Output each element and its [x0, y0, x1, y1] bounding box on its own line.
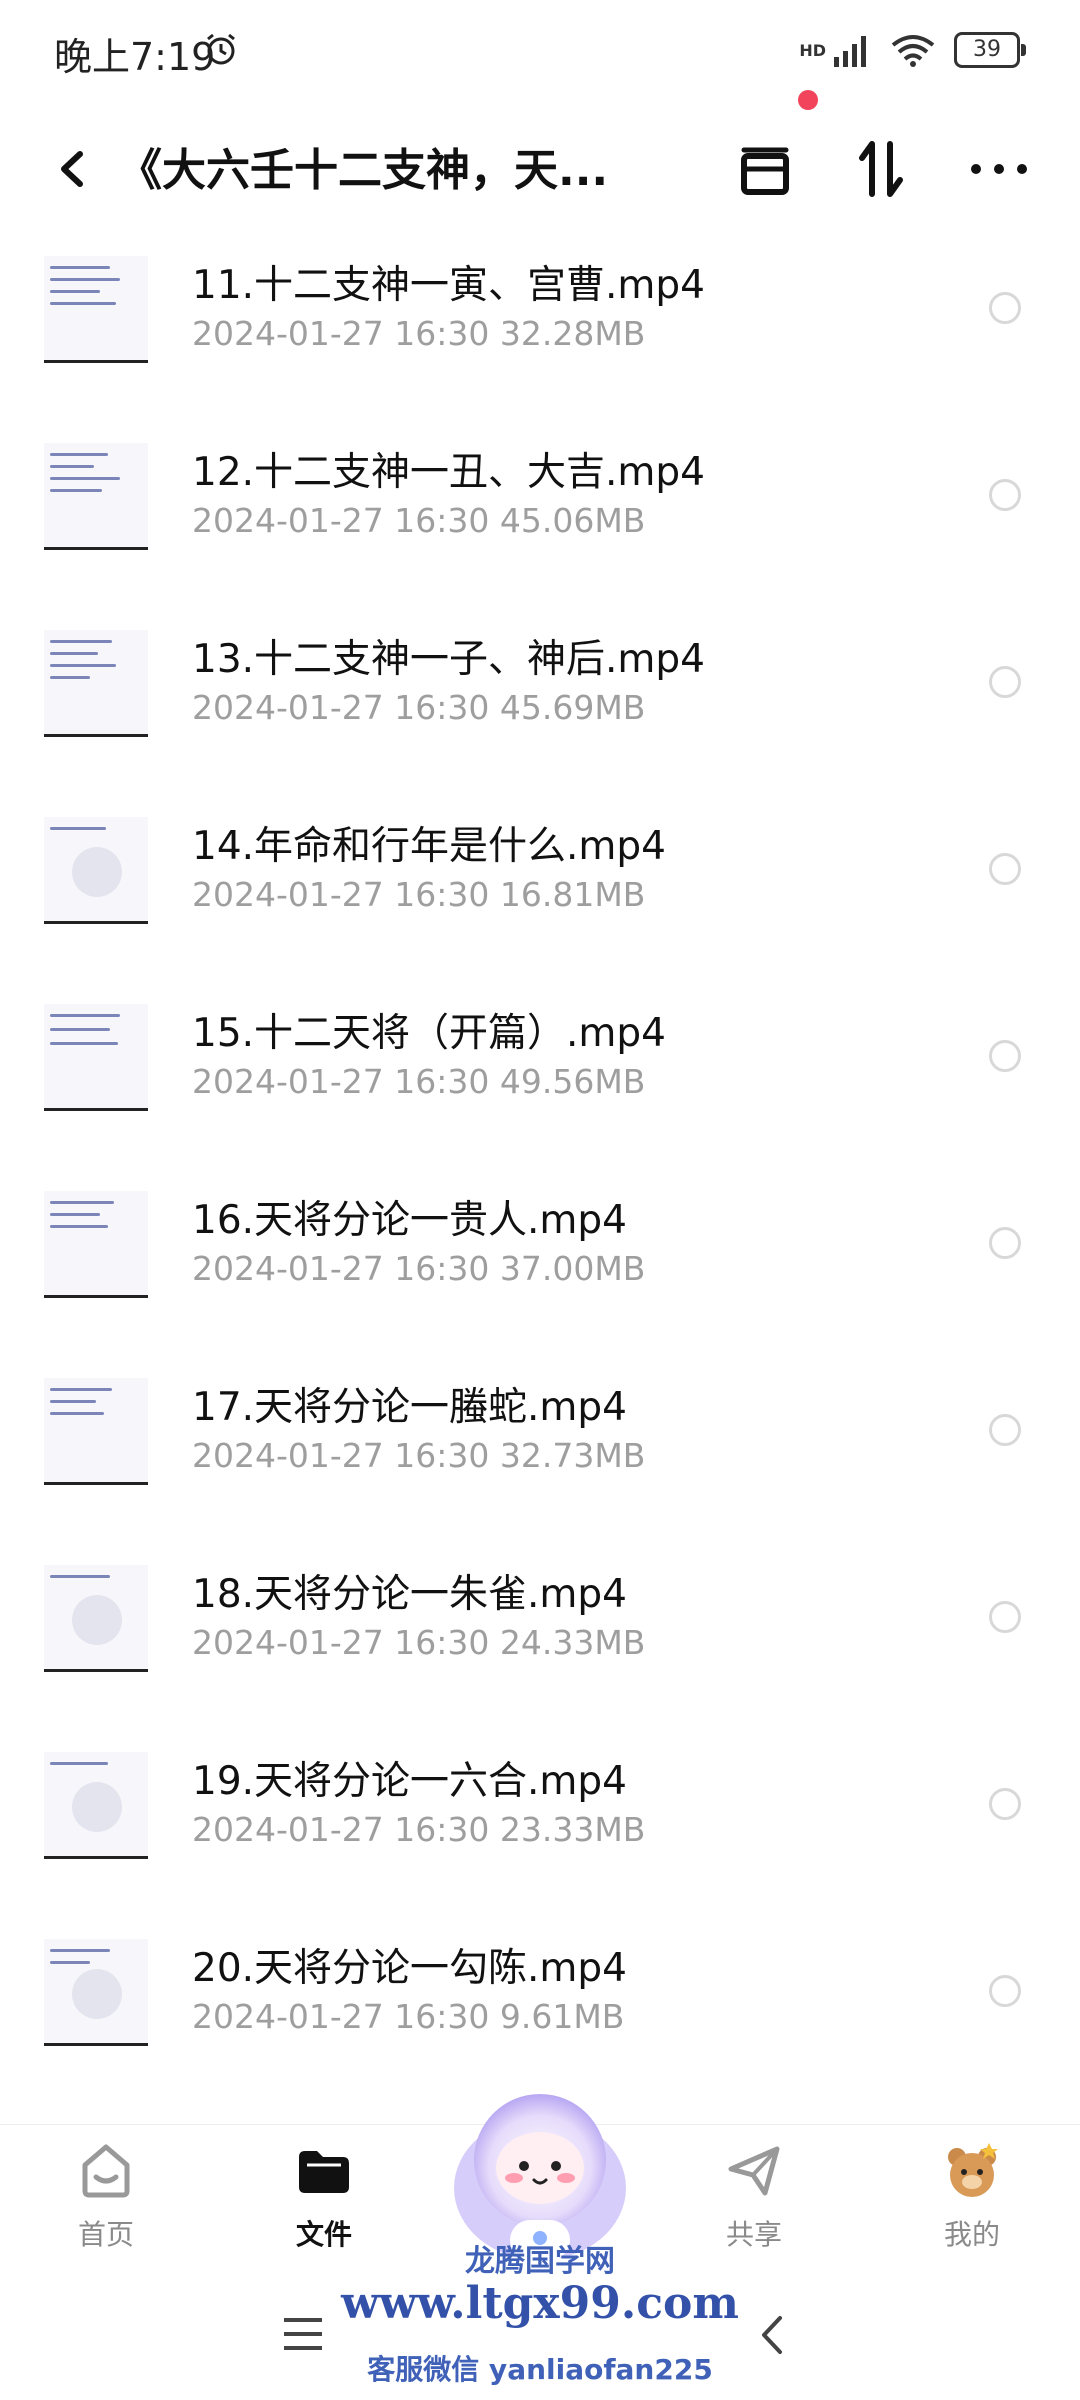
- watermark-contact: 客服微信 yanliaofan225: [367, 2353, 713, 2386]
- file-name: 12.十二支神一丑、大吉.mp4: [192, 450, 705, 495]
- file-row[interactable]: 12.十二支神一丑、大吉.mp4 2024-01-27 16:30 45.06MB: [0, 427, 1080, 614]
- file-row[interactable]: 14.年命和行年是什么.mp4 2024-01-27 16:30 16.81MB: [0, 801, 1080, 988]
- select-radio[interactable]: [989, 292, 1021, 324]
- signal-icon: [834, 36, 866, 67]
- nav-mine[interactable]: 我的: [902, 2125, 1042, 2253]
- video-thumbnail: [44, 1191, 148, 1298]
- battery-level: 39: [973, 37, 1001, 62]
- select-radio[interactable]: [989, 666, 1021, 698]
- bear-avatar-icon: [948, 2143, 998, 2197]
- video-thumbnail: [44, 1004, 148, 1111]
- file-name: 11.十二支神一寅、宫曹.mp4: [192, 263, 705, 308]
- video-thumbnail: [44, 1378, 148, 1485]
- sort-icon[interactable]: [836, 124, 926, 214]
- system-back-icon[interactable]: [752, 2310, 792, 2360]
- back-arrow-icon[interactable]: [44, 124, 104, 214]
- notification-dot: [798, 90, 818, 110]
- select-radio[interactable]: [989, 1227, 1021, 1259]
- file-meta: 2024-01-27 16:30 32.28MB: [192, 314, 646, 353]
- video-thumbnail: [44, 630, 148, 737]
- file-meta: 2024-01-27 16:30 23.33MB: [192, 1810, 646, 1849]
- file-name: 15.十二天将（开篇）.mp4: [192, 1011, 666, 1056]
- system-menu-icon[interactable]: [280, 2314, 326, 2354]
- file-row[interactable]: 13.十二支神一子、神后.mp4 2024-01-27 16:30 45.69MB: [0, 614, 1080, 801]
- status-bar: 晚上7:19 HD 39: [0, 0, 1080, 100]
- battery-indicator: 39: [954, 32, 1026, 68]
- file-name: 19.天将分论一六合.mp4: [192, 1759, 627, 1804]
- video-thumbnail: [44, 817, 148, 924]
- file-meta: 2024-01-27 16:30 49.56MB: [192, 1062, 646, 1101]
- video-thumbnail: [44, 256, 148, 363]
- folder-icon: [299, 2151, 349, 2193]
- file-meta: 2024-01-27 16:30 45.06MB: [192, 501, 646, 540]
- status-time: 晚上7:19: [54, 35, 216, 79]
- file-name: 14.年命和行年是什么.mp4: [192, 824, 666, 869]
- file-name: 16.天将分论一贵人.mp4: [192, 1198, 627, 1243]
- file-meta: 2024-01-27 16:30 37.00MB: [192, 1249, 646, 1288]
- share-plane-icon: [728, 2146, 780, 2196]
- file-list: 11.十二支神一寅、宫曹.mp4 2024-01-27 16:30 32.28MB…: [0, 240, 1080, 2110]
- video-thumbnail: [44, 1939, 148, 2046]
- file-row[interactable]: 15.十二天将（开篇）.mp4 2024-01-27 16:30 49.56MB: [0, 988, 1080, 1175]
- transfer-box-icon[interactable]: [720, 124, 810, 214]
- file-meta: 2024-01-27 16:30 32.73MB: [192, 1436, 646, 1475]
- file-name: 13.十二支神一子、神后.mp4: [192, 637, 705, 682]
- file-row[interactable]: 18.天将分论一朱雀.mp4 2024-01-27 16:30 24.33MB: [0, 1549, 1080, 1736]
- file-name: 18.天将分论一朱雀.mp4: [192, 1572, 627, 1617]
- file-row[interactable]: 19.天将分论一六合.mp4 2024-01-27 16:30 23.33MB: [0, 1736, 1080, 1923]
- file-meta: 2024-01-27 16:30 9.61MB: [192, 1997, 625, 2036]
- video-thumbnail: [44, 1752, 148, 1859]
- wifi-icon: [891, 35, 935, 67]
- select-radio[interactable]: [989, 479, 1021, 511]
- file-name: 20.天将分论一勾陈.mp4: [192, 1946, 627, 1991]
- video-thumbnail: [44, 1565, 148, 1672]
- alarm-icon: [207, 33, 235, 65]
- select-radio[interactable]: [989, 1414, 1021, 1446]
- file-meta: 2024-01-27 16:30 24.33MB: [192, 1623, 646, 1662]
- file-row[interactable]: 11.十二支神一寅、宫曹.mp4 2024-01-27 16:30 32.28MB: [0, 240, 1080, 427]
- watermark-title: 龙腾国学网: [465, 2244, 615, 2279]
- select-radio[interactable]: [989, 853, 1021, 885]
- nav-files[interactable]: 文件: [254, 2125, 394, 2253]
- page-title: 《大六壬十二支神，天...: [118, 145, 609, 196]
- select-radio[interactable]: [989, 1788, 1021, 1820]
- top-bar: 《大六壬十二支神，天...: [0, 90, 1080, 240]
- select-radio[interactable]: [989, 1040, 1021, 1072]
- hd-label: HD: [799, 40, 826, 60]
- video-thumbnail: [44, 443, 148, 550]
- select-radio[interactable]: [989, 1601, 1021, 1633]
- select-radio[interactable]: [989, 1975, 1021, 2007]
- home-icon: [82, 2144, 130, 2198]
- file-row[interactable]: 17.天将分论一螣蛇.mp4 2024-01-27 16:30 32.73MB: [0, 1362, 1080, 1549]
- nav-home[interactable]: 首页: [36, 2125, 176, 2253]
- file-meta: 2024-01-27 16:30 45.69MB: [192, 688, 646, 727]
- watermark-url: www.ltgx99.com: [341, 2278, 739, 2329]
- file-row[interactable]: 16.天将分论一贵人.mp4 2024-01-27 16:30 37.00MB: [0, 1175, 1080, 1362]
- nav-share[interactable]: 共享: [684, 2125, 824, 2253]
- file-name: 17.天将分论一螣蛇.mp4: [192, 1385, 627, 1430]
- file-meta: 2024-01-27 16:30 16.81MB: [192, 875, 646, 914]
- more-options-icon[interactable]: [954, 124, 1044, 214]
